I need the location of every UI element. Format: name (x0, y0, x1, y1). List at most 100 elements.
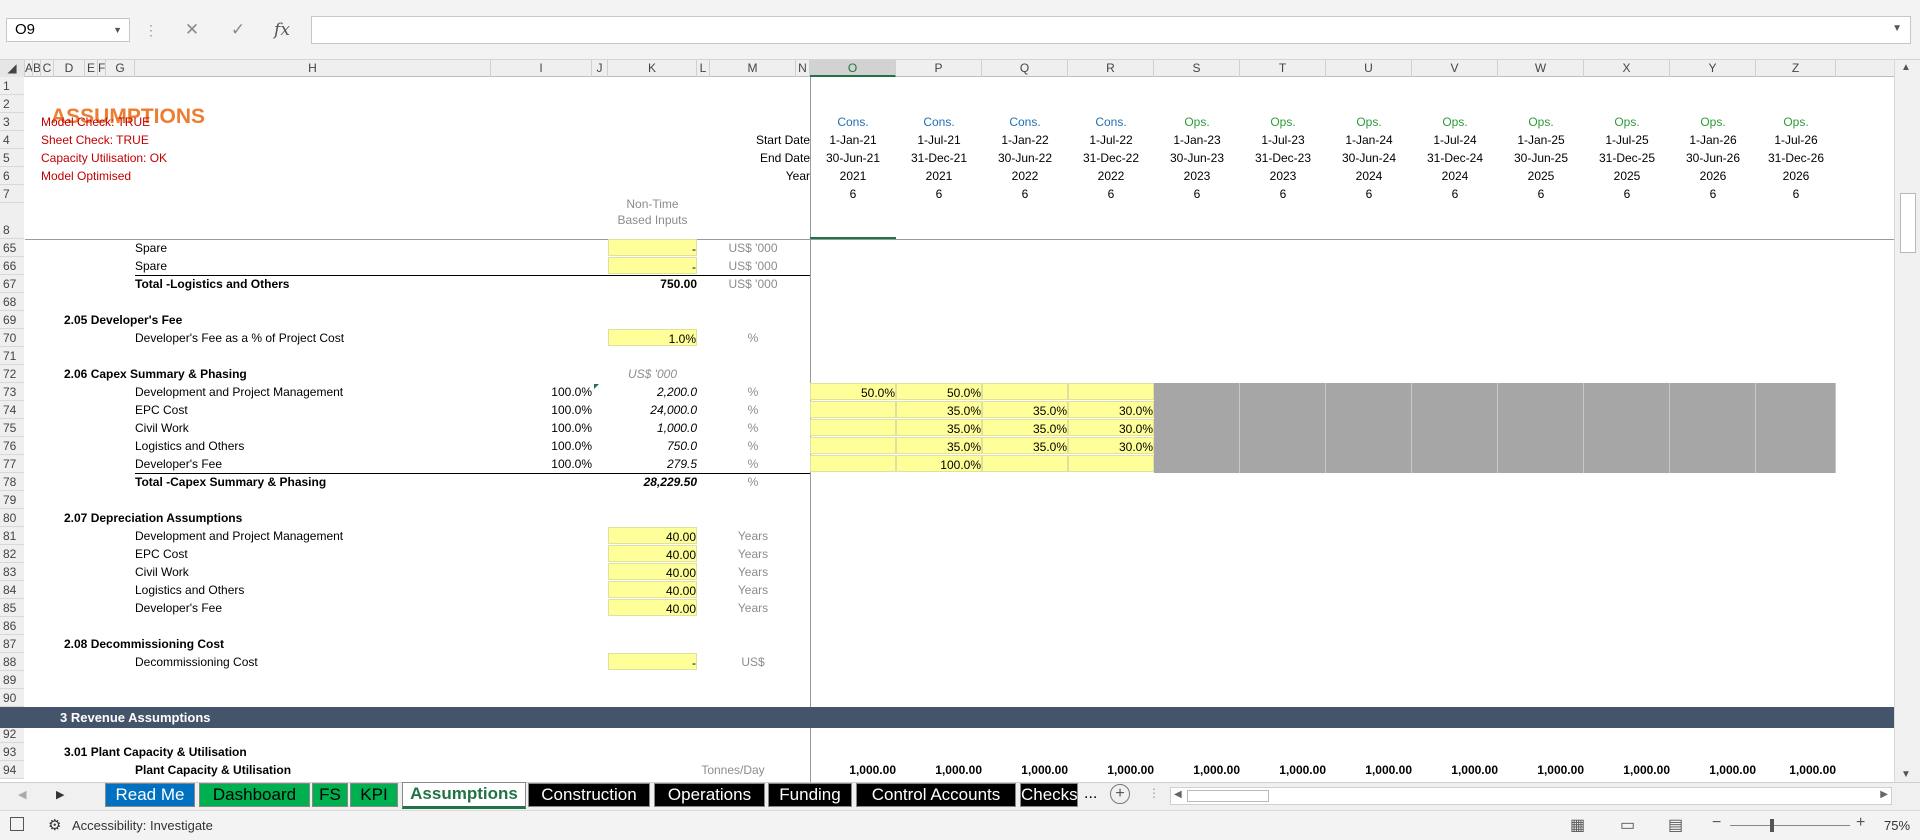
sheet-tab-funding[interactable]: Funding (768, 783, 852, 807)
row-header[interactable]: 90 (0, 689, 24, 707)
sheet-tab-assumptions[interactable]: Assumptions (402, 782, 526, 809)
accessibility-icon[interactable]: ⚙ (48, 816, 61, 834)
column-header-n[interactable]: N (796, 60, 810, 77)
row-header[interactable]: 77 (0, 455, 24, 473)
row-header[interactable]: 68 (0, 293, 24, 311)
column-header-z[interactable]: Z (1756, 60, 1836, 77)
row-header[interactable]: 86 (0, 617, 24, 635)
column-header-h[interactable]: H (135, 60, 491, 77)
row-header[interactable]: 5 (0, 149, 24, 167)
sheet-tab-read-me[interactable]: Read Me (105, 783, 195, 807)
row-header[interactable]: 80 (0, 509, 24, 527)
row-header[interactable]: 79 (0, 491, 24, 509)
row-header[interactable]: 78 (0, 473, 24, 491)
phasing-input[interactable] (1068, 455, 1154, 472)
sheet-tab-checks[interactable]: Checks (1020, 783, 1078, 807)
phasing-input[interactable]: 35.0% (982, 419, 1068, 436)
error-indicator-icon[interactable] (594, 384, 599, 389)
column-header-m[interactable]: M (710, 60, 796, 77)
row-header[interactable]: 75 (0, 419, 24, 437)
phasing-input[interactable]: 50.0% (810, 383, 896, 400)
zoom-slider-thumb[interactable] (1770, 819, 1774, 832)
column-header-s[interactable]: S (1154, 60, 1240, 77)
normal-view-icon[interactable]: ▦ (1570, 815, 1585, 835)
column-header-e[interactable]: E (85, 60, 98, 77)
phasing-input[interactable]: 35.0% (896, 437, 982, 454)
row-header[interactable]: 65 (0, 239, 24, 257)
input-cell[interactable]: 40.00 (608, 527, 697, 544)
phasing-input[interactable] (982, 455, 1068, 472)
input-cell[interactable]: 1.0% (608, 329, 697, 346)
column-header-y[interactable]: Y (1670, 60, 1756, 77)
insert-function-icon[interactable]: fx (270, 18, 294, 42)
cancel-icon[interactable]: ✕ (180, 18, 204, 42)
add-sheet-icon[interactable]: + (1110, 784, 1130, 804)
scroll-left-icon[interactable]: ◀ (1174, 789, 1182, 800)
input-cell[interactable]: - (608, 653, 697, 670)
more-options-icon[interactable]: ⋮ (144, 18, 158, 42)
row-header[interactable]: 7 (0, 185, 24, 203)
row-header[interactable]: 71 (0, 347, 24, 365)
sheet-tab-fs[interactable]: FS (312, 783, 348, 807)
worksheet-grid[interactable]: ◢ ABCDEFGHIJKLMNOPQRSTUVWXYZ 1 2 3 4 5 6 7 8 65 6… (0, 60, 1920, 782)
phasing-input[interactable] (810, 437, 896, 454)
row-header[interactable]: 70 (0, 329, 24, 347)
input-cell[interactable]: 40.00 (608, 545, 697, 562)
row-header[interactable]: 85 (0, 599, 24, 617)
accessibility-status[interactable]: Accessibility: Investigate (72, 818, 213, 833)
row-header[interactable]: 69 (0, 311, 24, 329)
prev-sheet-icon[interactable]: ◀ (18, 788, 26, 801)
row-header[interactable]: 76 (0, 437, 24, 455)
vertical-scrollbar[interactable]: ▲ ▼ (1894, 60, 1920, 782)
column-header-g[interactable]: G (106, 60, 135, 77)
row-header[interactable]: 1 (0, 77, 24, 95)
row-header[interactable]: 81 (0, 527, 24, 545)
input-cell[interactable]: 40.00 (608, 599, 697, 616)
phasing-input[interactable]: 35.0% (982, 437, 1068, 454)
column-header-a[interactable]: A (25, 60, 33, 77)
input-cell[interactable]: 40.00 (608, 563, 697, 580)
column-header-o[interactable]: O (810, 60, 896, 77)
macro-recorder-icon[interactable] (10, 817, 24, 831)
row-header[interactable]: 73 (0, 383, 24, 401)
row-header[interactable]: 87 (0, 635, 24, 653)
row-header[interactable]: 6 (0, 167, 24, 185)
column-header-k[interactable]: K (608, 60, 697, 77)
column-header-v[interactable]: V (1412, 60, 1498, 77)
tab-splitter-icon[interactable]: ⋮ (1148, 786, 1160, 800)
column-header-c[interactable]: C (41, 60, 54, 77)
scroll-down-icon[interactable]: ▼ (1901, 769, 1911, 780)
column-header-b[interactable]: B (33, 60, 41, 77)
row-header[interactable]: 2 (0, 95, 24, 113)
row-header[interactable]: 67 (0, 275, 24, 293)
phasing-input[interactable]: 30.0% (1068, 419, 1154, 436)
column-header-f[interactable]: F (98, 60, 106, 77)
row-header[interactable]: 83 (0, 563, 24, 581)
phasing-input[interactable]: 35.0% (896, 419, 982, 436)
column-header-x[interactable]: X (1584, 60, 1670, 77)
column-header-u[interactable]: U (1326, 60, 1412, 77)
row-header[interactable]: 82 (0, 545, 24, 563)
page-layout-view-icon[interactable]: ▭ (1620, 815, 1635, 835)
phasing-input[interactable] (810, 401, 896, 418)
row-header[interactable]: 8 (0, 203, 24, 239)
column-header-p[interactable]: P (896, 60, 982, 77)
phasing-input[interactable]: 50.0% (896, 383, 982, 400)
horizontal-scrollbar[interactable]: ◀ ▶ (1170, 787, 1892, 805)
phasing-input[interactable]: 30.0% (1068, 437, 1154, 454)
name-box[interactable]: O9 ▼ (6, 18, 130, 42)
column-header-d[interactable]: D (54, 60, 85, 77)
cell-area[interactable]: ASSUMPTIONS Model Check: TRUE Sheet Check:… (0, 77, 1894, 782)
row-header[interactable]: 4 (0, 131, 24, 149)
input-cell[interactable]: - (608, 257, 697, 274)
more-sheets-icon[interactable]: ... (1084, 785, 1097, 803)
page-break-view-icon[interactable]: ▤ (1668, 815, 1683, 835)
enter-icon[interactable]: ✓ (226, 18, 250, 42)
phasing-input[interactable]: 35.0% (896, 401, 982, 418)
input-cell[interactable]: 40.00 (608, 581, 697, 598)
zoom-out-icon[interactable]: − (1712, 814, 1721, 832)
row-header[interactable]: 72 (0, 365, 24, 383)
horizontal-scroll-thumb[interactable] (1187, 790, 1269, 802)
sheet-tab-control-accounts[interactable]: Control Accounts (856, 783, 1016, 807)
phasing-input[interactable] (982, 383, 1068, 400)
